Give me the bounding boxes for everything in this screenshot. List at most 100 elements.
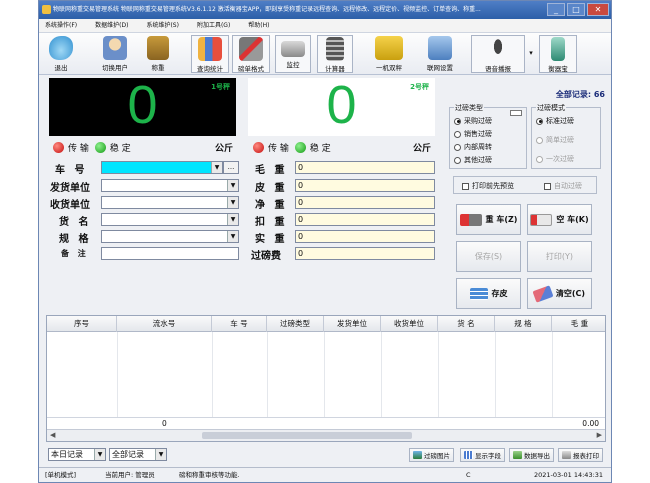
balance-scale-icon [147,36,169,60]
chevron-down-icon[interactable]: ▼ [211,162,222,173]
weigh-mode-group: 过磅模式 标准过磅 简单过磅 一次过磅 [531,103,601,169]
scrollbar-thumb[interactable] [202,432,412,439]
radio-other[interactable]: 其他过磅 [454,155,492,165]
weigh-type-toggle[interactable] [510,110,522,116]
col-weigh-type[interactable]: 过磅类型 [267,316,324,332]
radio-label: 销售过磅 [464,130,492,138]
switch-user-button[interactable]: 切换用户 [95,35,135,73]
save-button[interactable]: 保存(S) [456,241,521,272]
spec-select[interactable]: ▼ [101,230,239,243]
col-spec[interactable]: 规 格 [495,316,552,332]
sender-select[interactable]: ▼ [101,179,239,192]
show-fields-button[interactable]: 显示字段 [460,448,505,462]
col-gross[interactable]: 毛 重 [552,316,605,332]
query-stats-button[interactable]: 查询统计 [191,35,229,73]
exit-label: 退出 [54,64,68,72]
radio-internal[interactable]: 内部周转 [454,142,492,152]
radio-simple[interactable]: 简单过磅 [536,135,574,145]
total-records: 全部记录: 66 [555,90,605,99]
empty-label: 空 车(K) [556,215,589,224]
chevron-down-icon[interactable]: ▼ [155,449,166,460]
weigh-type-group: 过磅类型 采购过磅 销售过磅 内部周转 其他过磅 [449,103,527,169]
radio-purchase[interactable]: 采购过磅 [454,116,492,126]
col-serial[interactable]: 流水号 [117,316,212,332]
auto-weigh-check[interactable]: 自动过磅 [544,181,582,191]
scale-1-reading: 0 [127,75,158,135]
print-preview-check[interactable]: 打印前先预览 [462,181,514,191]
window-title: 物联网称重交易管理系统 物联网称重交易管理系统V3.6.1.12 激活衡器宝AP… [53,6,481,13]
plate-input[interactable]: ▼ [101,161,223,174]
clear-button[interactable]: 清空(C) [527,278,592,309]
bill-format-button[interactable]: 磅单格式 [232,35,270,73]
filter-select[interactable]: 全部记录 ▼ [109,448,167,461]
voice-dropdown-arrow[interactable]: ▾ [527,35,535,73]
actual-field: 0 [295,230,435,243]
radio-icon [536,117,543,125]
radio-label: 采购过磅 [464,117,492,125]
deduct-field[interactable]: 0 [295,213,435,226]
heavy-truck-button[interactable]: 重 车(Z) [456,204,521,235]
records-table[interactable]: 序号 流水号 车 号 过磅类型 发货单位 收货单位 货 名 规 格 毛 重 0 … [46,315,606,442]
empty-truck-button[interactable]: 空 车(K) [527,204,592,235]
col-plate[interactable]: 车 号 [212,316,267,332]
menu-data[interactable]: 数据维护(D) [95,19,128,32]
stable-label: 稳 定 [109,144,131,154]
menu-tools[interactable]: 附加工具(G) [197,19,230,32]
col-index[interactable]: 序号 [47,316,117,332]
bill-format-label: 磅单格式 [238,65,264,73]
radio-icon [454,156,461,164]
radio-sales[interactable]: 销售过磅 [454,129,492,139]
deduct-label: 扣 重 [255,217,288,228]
monitor-button[interactable]: 监控 [275,35,311,73]
exit-button[interactable]: 退出 [43,35,79,73]
col-divider [438,332,439,417]
save-tare-button[interactable]: 存皮 [456,278,521,309]
goods-select[interactable]: ▼ [101,213,239,226]
weighing-button[interactable]: 称重 [143,35,173,73]
plate-browse-button[interactable]: ... [223,161,239,174]
scroll-right-icon[interactable]: ▶ [597,431,602,439]
col-receiver[interactable]: 收货单位 [381,316,438,332]
menu-maintenance[interactable]: 系统维护(S) [146,19,179,32]
chevron-down-icon[interactable]: ▼ [94,449,105,460]
checkbox-icon [544,182,551,190]
report-print-button[interactable]: 报表打印 [558,448,603,462]
close-button[interactable]: ✕ [587,3,609,16]
sender-label: 发货单位 [50,183,90,194]
network-settings-button[interactable]: 联网设置 [419,35,461,73]
range-select[interactable]: 本日记录 ▼ [48,448,106,461]
chevron-down-icon[interactable]: ▼ [227,197,238,208]
one-to-two-label: 一机双秤 [376,64,402,72]
col-divider [267,332,268,417]
radio-once[interactable]: 一次过磅 [536,154,574,164]
chevron-down-icon[interactable]: ▼ [227,214,238,225]
scale-treasure-button[interactable]: 衡器宝 [539,35,577,73]
scroll-left-icon[interactable]: ◀ [50,431,55,439]
fee-field[interactable]: 0 [295,247,435,260]
transfer-indicator-icon [253,142,264,153]
chevron-down-icon[interactable]: ▼ [227,231,238,242]
col-sender[interactable]: 发货单位 [324,316,381,332]
menu-system[interactable]: 系统操作(F) [45,19,77,32]
one-to-two-button[interactable]: 一机双秤 [367,35,411,73]
weigh-image-button[interactable]: 过磅图片 [409,448,454,462]
print-button[interactable]: 打印(Y) [527,241,592,272]
horizontal-scrollbar[interactable]: ◀ ▶ [47,429,605,441]
network-icon [428,36,452,60]
radio-standard[interactable]: 标准过磅 [536,116,574,126]
maximize-button[interactable]: □ [567,3,585,16]
chart-icon [198,37,222,61]
receiver-select[interactable]: ▼ [101,196,239,209]
radio-label: 内部周转 [464,143,492,151]
export-label: 数据导出 [524,452,550,460]
export-button[interactable]: 数据导出 [509,448,554,462]
status-datetime: 2021-03-01 14:43:31 [534,471,604,479]
chevron-down-icon[interactable]: ▼ [227,180,238,191]
menu-help[interactable]: 帮助(H) [248,19,269,32]
minimize-button[interactable]: _ [547,3,565,16]
remark-input[interactable] [101,247,239,260]
query-stats-label: 查询统计 [197,65,223,73]
calculator-button[interactable]: 计算器 [317,35,353,73]
col-goods[interactable]: 货 名 [438,316,495,332]
voice-broadcast-button[interactable]: 语音播报 [471,35,525,73]
